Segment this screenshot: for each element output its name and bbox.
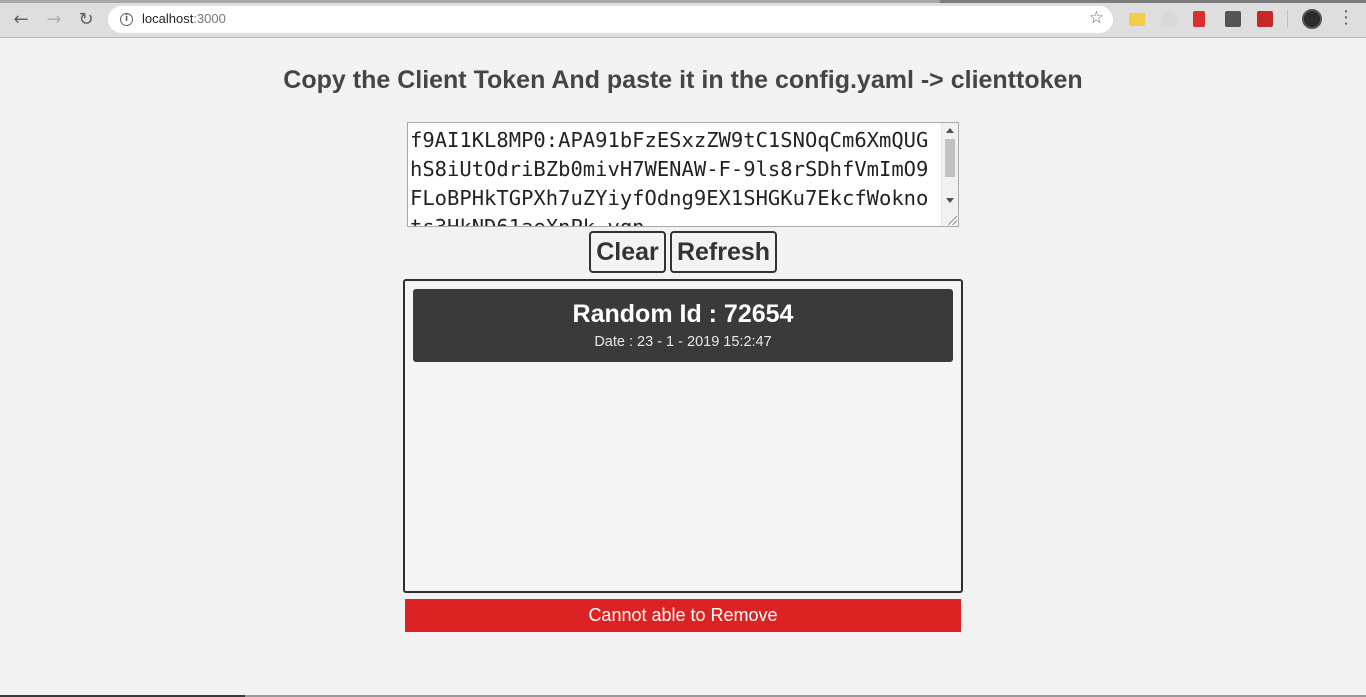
kebab-menu-icon[interactable]: ⋮ [1337,8,1355,28]
scroll-down-arrow-icon[interactable] [946,198,954,203]
refresh-button[interactable]: Refresh [670,231,777,273]
scroll-up-arrow-icon[interactable] [946,128,954,133]
recorder-extension-icon[interactable] [1257,11,1273,27]
client-token-textarea[interactable]: f9AI1KL8MP0:APA91bFzESxzZW9tC1SNOqCm6XmQ… [407,122,959,227]
notes-extension-icon[interactable] [1129,13,1145,26]
ghost-extension-icon[interactable] [1161,11,1177,27]
notification-list: Random Id : 72654 Date : 23 - 1 - 2019 1… [403,279,963,593]
browser-toolbar: ← → ↻ i localhost:3000 ☆ ⋮ [0,0,1366,38]
client-token-text[interactable]: f9AI1KL8MP0:APA91bFzESxzZW9tC1SNOqCm6XmQ… [410,126,940,226]
scroll-thumb[interactable] [945,139,955,177]
toolbar-separator [1287,10,1288,28]
star-icon[interactable]: ☆ [1089,8,1104,28]
forward-icon[interactable]: → [43,8,65,30]
status-message: Cannot able to Remove [405,599,961,632]
back-icon[interactable]: ← [10,8,32,30]
selenium-extension-icon[interactable] [1225,11,1241,27]
list-item[interactable]: Random Id : 72654 Date : 23 - 1 - 2019 1… [413,289,953,362]
textarea-scrollbar[interactable] [941,123,958,226]
page-heading: Copy the Client Token And paste it in th… [283,66,1083,94]
url-port: :3000 [193,11,226,26]
info-icon[interactable]: i [120,13,133,26]
url-host: localhost [142,11,194,26]
address-bar[interactable]: i localhost:3000 ☆ [108,6,1113,33]
item-date: Date : 23 - 1 - 2019 15:2:47 [594,334,772,350]
item-title: Random Id : 72654 [572,300,794,328]
bookmark-extension-icon[interactable] [1193,11,1205,27]
window-top-edge-dark [940,0,1366,3]
resize-grip-icon[interactable] [948,216,957,225]
clear-button[interactable]: Clear [589,231,666,273]
reload-icon[interactable]: ↻ [75,8,97,30]
profile-avatar[interactable] [1302,9,1322,29]
url-text[interactable]: localhost:3000 [142,11,226,26]
